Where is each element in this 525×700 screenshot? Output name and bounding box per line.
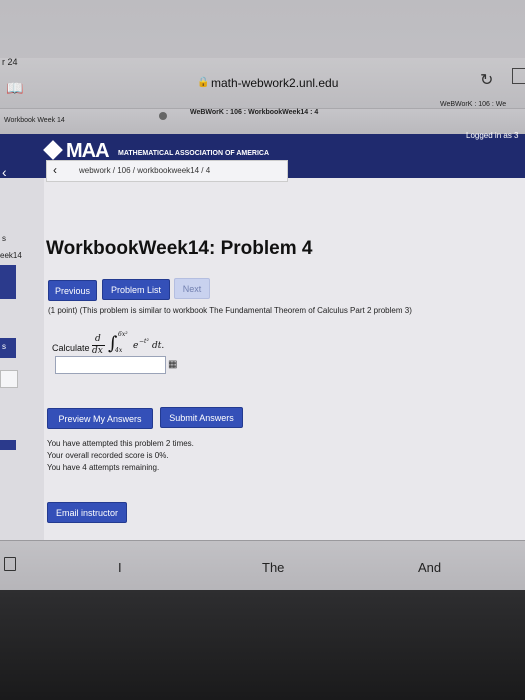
sidebar-label-week[interactable]: eek14: [0, 251, 22, 260]
email-instructor-button[interactable]: Email instructor: [47, 502, 127, 523]
device-bezel: [0, 590, 525, 700]
suggestion-1[interactable]: I: [118, 560, 122, 575]
derivative-dx: dx: [92, 346, 103, 356]
sidebar-label-s: s: [2, 234, 6, 243]
attempts-info: You have attempted this problem 2 times.…: [47, 438, 194, 474]
reload-icon[interactable]: ↻: [480, 70, 493, 90]
problem-list-button[interactable]: Problem List: [102, 279, 170, 300]
problem-statement: (1 point) (This problem is similar to wo…: [48, 306, 412, 315]
breadcrumb-path[interactable]: webwork / 106 / workbookweek14 / 4: [79, 166, 210, 175]
integrand-e: e: [133, 341, 139, 351]
attempts-count: You have attempted this problem 2 times.: [47, 439, 194, 448]
status-time: r 24: [2, 57, 18, 67]
integrand-exponent: −t²: [139, 338, 149, 345]
sidebar-bar: [0, 440, 16, 450]
sidebar: s eek14 s: [0, 178, 44, 540]
previous-button[interactable]: Previous: [48, 280, 97, 301]
integral-upper: 6x²: [118, 331, 128, 338]
address-bar-url[interactable]: math-webwork2.unl.edu: [211, 76, 338, 90]
derivative-d: d: [95, 334, 101, 344]
suggestion-2[interactable]: The: [262, 560, 284, 575]
clipboard-icon[interactable]: [4, 557, 16, 571]
maa-logo-icon: [43, 140, 63, 160]
preview-answers-button[interactable]: Preview My Answers: [47, 408, 153, 429]
recorded-score: Your overall recorded score is 0%.: [47, 451, 169, 460]
answer-input[interactable]: [55, 356, 166, 374]
logged-in-text: Logged in as 3: [466, 131, 519, 140]
next-button[interactable]: Next: [174, 278, 210, 299]
suggestion-3[interactable]: And: [418, 560, 441, 575]
lock-icon: 🔒: [197, 77, 210, 88]
tabs-overview-icon[interactable]: [512, 68, 525, 84]
tab-workbook-week[interactable]: Workbook Week 14: [4, 117, 65, 124]
differential-dt: dt.: [152, 341, 165, 351]
sidebar-active-block[interactable]: [0, 265, 16, 299]
breadcrumb-back-icon[interactable]: ‹: [53, 163, 57, 177]
bookmarks-icon[interactable]: 📖: [6, 80, 23, 97]
tab-webwork-problem[interactable]: WeBWorK : 106 : WorkbookWeek14 : 4: [190, 109, 318, 116]
tab-close-icon[interactable]: [159, 112, 167, 120]
keyboard-suggestion-bar: I The And: [0, 540, 525, 591]
tab-bar: Workbook Week 14 WeBWorK : 106 : Workboo…: [0, 101, 525, 135]
submit-answers-button[interactable]: Submit Answers: [160, 407, 243, 428]
sidebar-link-block[interactable]: s: [0, 338, 16, 358]
equation-editor-icon[interactable]: ▦: [168, 359, 177, 370]
attempts-remaining: You have 4 attempts remaining.: [47, 463, 160, 472]
calculate-label: Calculate: [52, 343, 90, 353]
maa-org-name: MATHEMATICAL ASSOCIATION OF AMERICA: [118, 150, 270, 157]
page-title: WorkbookWeek14: Problem 4: [46, 238, 313, 259]
breadcrumb: ‹ webwork / 106 / workbookweek14 / 4: [46, 160, 288, 182]
sidebar-input[interactable]: [0, 370, 18, 388]
tab-webwork-other[interactable]: WeBWorK : 106 : We: [440, 101, 506, 108]
integral-lower: 4x: [115, 347, 123, 354]
screen: r 24 📖 🔒 math-webwork2.unl.edu ↻ Workboo…: [0, 0, 525, 700]
sidebar-label-s2: s: [2, 342, 6, 351]
